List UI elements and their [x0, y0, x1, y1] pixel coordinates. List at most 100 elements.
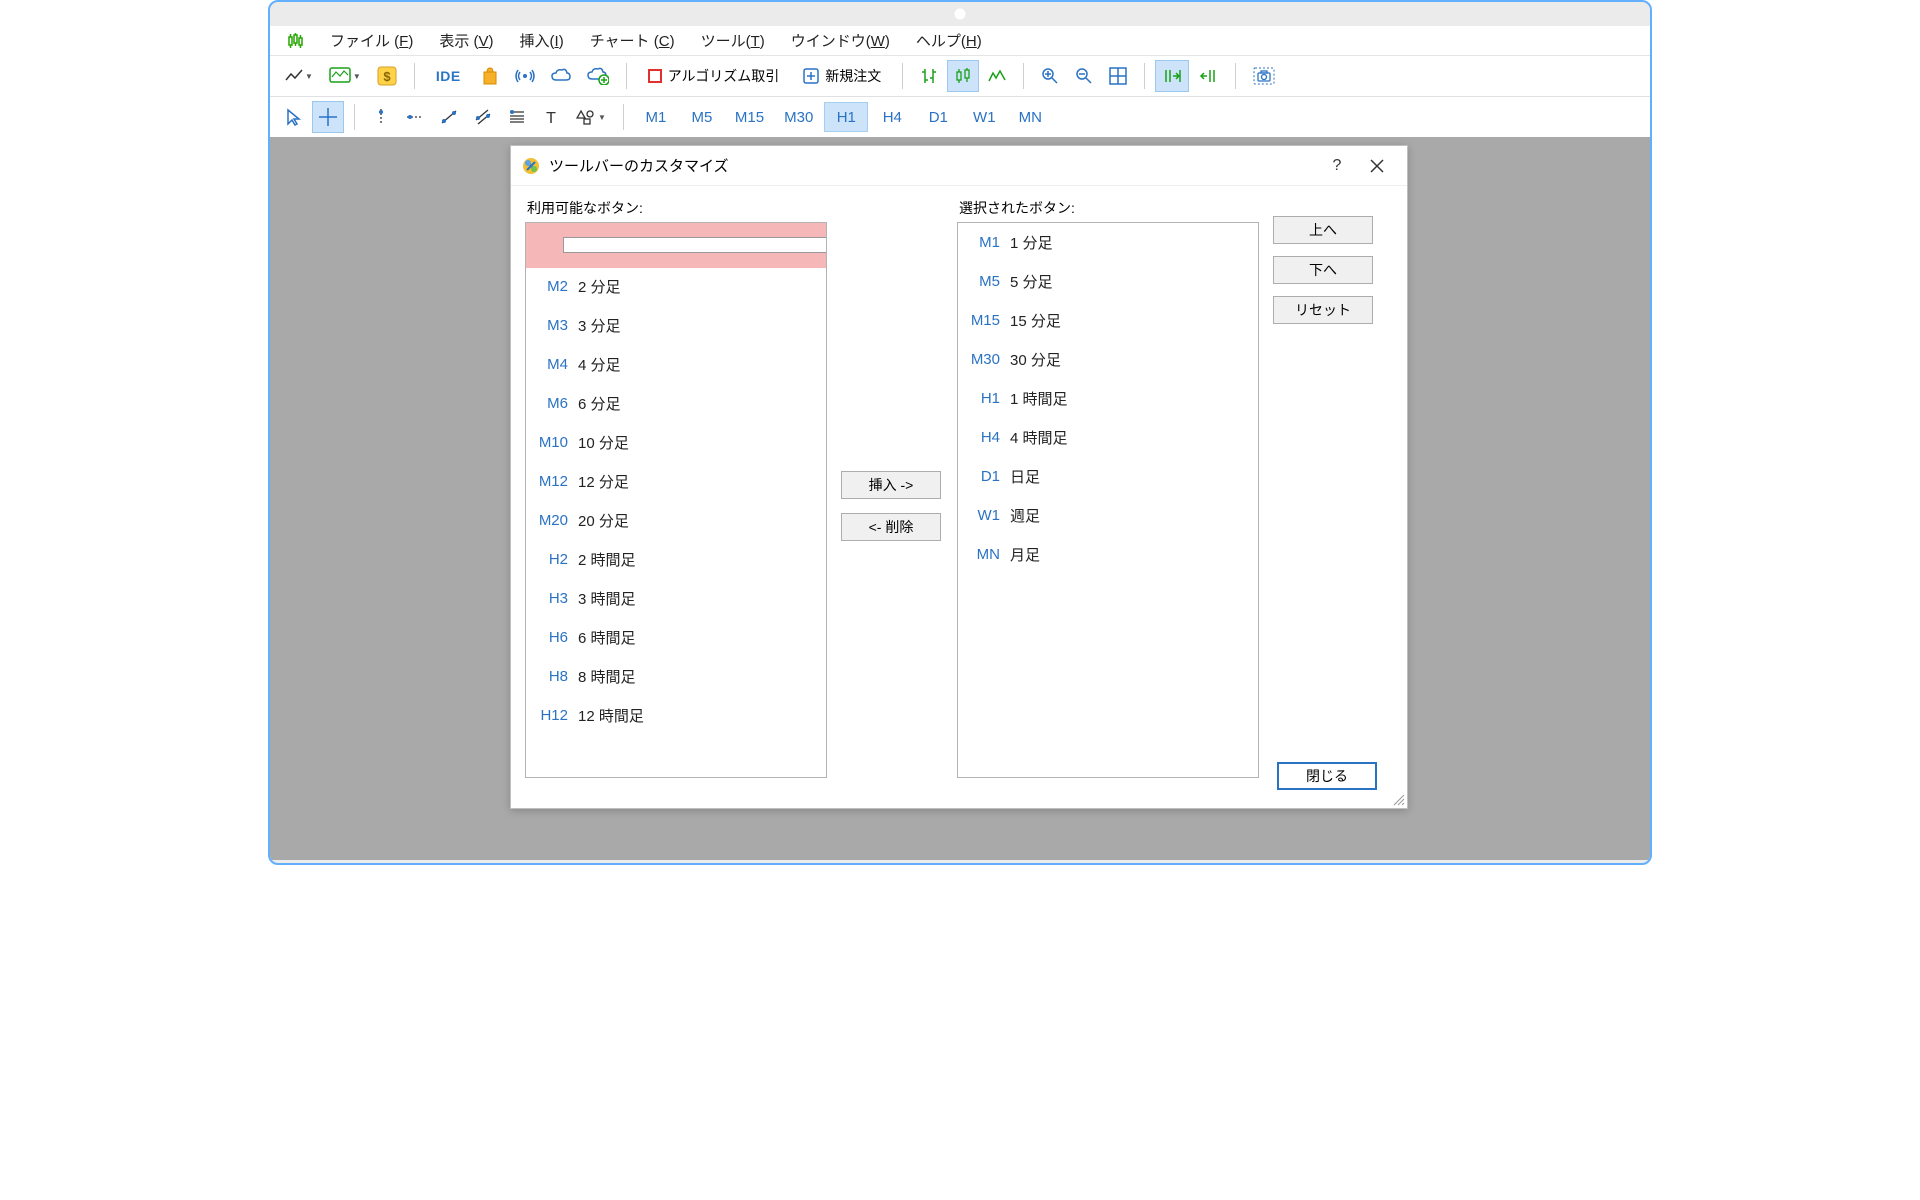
- selected-label: 選択されたボタン:: [959, 198, 1259, 218]
- resize-grip[interactable]: [1391, 792, 1405, 806]
- zoom-out-icon: [1075, 67, 1093, 85]
- text-button[interactable]: T: [535, 101, 567, 133]
- list-item[interactable]: M33 分足: [526, 306, 826, 345]
- available-listbox[interactable]: M22 分足M33 分足M44 分足M66 分足M1010 分足M1212 分足…: [525, 222, 827, 778]
- list-item[interactable]: H44 時間足: [958, 418, 1258, 457]
- shift-right-icon: [1162, 67, 1182, 85]
- list-item[interactable]: M66 分足: [526, 384, 826, 423]
- shift-start-button[interactable]: [1191, 60, 1225, 92]
- algo-trading-button[interactable]: アルゴリズム取引: [637, 60, 791, 92]
- channel-button[interactable]: [467, 101, 499, 133]
- order-plus-icon: [803, 68, 819, 84]
- trendline-button[interactable]: [433, 101, 465, 133]
- list-item[interactable]: H88 時間足: [526, 657, 826, 696]
- dialog-help-button[interactable]: ?: [1317, 148, 1357, 184]
- list-item[interactable]: H22 時間足: [526, 540, 826, 579]
- list-item[interactable]: M22 分足: [526, 267, 826, 306]
- chart-type-button[interactable]: ▼: [278, 60, 320, 92]
- list-item[interactable]: D1日足: [958, 457, 1258, 496]
- item-code: M3: [530, 317, 574, 334]
- item-code: W1: [962, 507, 1006, 524]
- dollar-button[interactable]: $: [370, 60, 404, 92]
- timeframe-h4-button[interactable]: H4: [870, 102, 914, 132]
- timeframe-w1-button[interactable]: W1: [962, 102, 1006, 132]
- signal-button[interactable]: [508, 60, 542, 92]
- horizontal-line-button[interactable]: [399, 101, 431, 133]
- ide-button[interactable]: IDE: [425, 60, 472, 92]
- menu-view[interactable]: 表示 (V): [439, 30, 493, 51]
- list-item[interactable]: M1010 分足: [526, 423, 826, 462]
- candle-chart-button[interactable]: [947, 60, 979, 92]
- add-vps-button[interactable]: [580, 60, 616, 92]
- reset-button[interactable]: リセット: [1273, 296, 1373, 324]
- item-desc: 週足: [1006, 505, 1040, 526]
- line-chart-button[interactable]: [981, 60, 1013, 92]
- menu-tools[interactable]: ツール(T): [701, 30, 765, 51]
- timeframe-d1-button[interactable]: D1: [916, 102, 960, 132]
- bar-chart-icon: [920, 67, 938, 85]
- timeframe-m1-button[interactable]: M1: [634, 102, 678, 132]
- zoom-out-button[interactable]: [1068, 60, 1100, 92]
- fibonacci-button[interactable]: [501, 101, 533, 133]
- market-button[interactable]: [474, 60, 506, 92]
- cursor-icon: [286, 108, 302, 126]
- text-icon: T: [543, 109, 559, 125]
- vps-button[interactable]: [544, 60, 578, 92]
- dialog-title: ツールバーのカスタマイズ: [549, 155, 1317, 176]
- list-item[interactable]: M11 分足: [958, 223, 1258, 262]
- menu-file[interactable]: ファイル (F): [330, 30, 413, 51]
- timeframe-mn-button[interactable]: MN: [1008, 102, 1052, 132]
- list-item[interactable]: M1212 分足: [526, 462, 826, 501]
- objects-button[interactable]: ▼: [569, 101, 613, 133]
- selected-listbox[interactable]: M11 分足M55 分足M1515 分足M3030 分足H11 時間足H44 時…: [957, 222, 1259, 778]
- highlighted-separator-row[interactable]: [525, 222, 827, 268]
- list-item[interactable]: M3030 分足: [958, 340, 1258, 379]
- bar-chart-button[interactable]: [913, 60, 945, 92]
- item-desc: 3 分足: [574, 315, 621, 336]
- list-item[interactable]: H66 時間足: [526, 618, 826, 657]
- broadcast-icon: [515, 67, 535, 85]
- item-code: H4: [962, 429, 1006, 446]
- menu-window[interactable]: ウインドウ(W): [791, 30, 890, 51]
- down-button[interactable]: 下へ: [1273, 256, 1373, 284]
- list-item[interactable]: M44 分足: [526, 345, 826, 384]
- list-item[interactable]: M2020 分足: [526, 501, 826, 540]
- item-desc: 日足: [1006, 466, 1040, 487]
- timeframe-h1-button[interactable]: H1: [824, 102, 868, 132]
- list-item[interactable]: MN月足: [958, 535, 1258, 574]
- insert-button[interactable]: 挿入 ->: [841, 471, 941, 499]
- menu-help[interactable]: ヘルプ(H): [916, 30, 982, 51]
- shift-end-button[interactable]: [1155, 60, 1189, 92]
- app-logo-icon: [288, 32, 304, 50]
- timeframe-m15-button[interactable]: M15: [726, 102, 773, 132]
- list-item[interactable]: H1212 時間足: [526, 696, 826, 735]
- list-item[interactable]: H11 時間足: [958, 379, 1258, 418]
- new-order-label: 新規注文: [825, 66, 881, 86]
- zoom-in-button[interactable]: [1034, 60, 1066, 92]
- cloud-icon: [551, 68, 571, 84]
- vertical-line-button[interactable]: [365, 101, 397, 133]
- timeframe-m5-button[interactable]: M5: [680, 102, 724, 132]
- menu-chart[interactable]: チャート (C): [590, 30, 675, 51]
- list-item[interactable]: W1週足: [958, 496, 1258, 535]
- item-code: H3: [530, 590, 574, 607]
- menubar: ファイル (F) 表示 (V) 挿入(I) チャート (C) ツール(T) ウイ…: [270, 26, 1650, 56]
- timeframe-m30-button[interactable]: M30: [775, 102, 822, 132]
- channel-icon: [474, 108, 492, 126]
- remove-button[interactable]: <- 削除: [841, 513, 941, 541]
- menu-insert[interactable]: 挿入(I): [520, 30, 564, 51]
- cursor-button[interactable]: [278, 101, 310, 133]
- dialog-close-button[interactable]: [1357, 148, 1397, 184]
- new-order-button[interactable]: 新規注文: [792, 60, 892, 92]
- close-button[interactable]: 閉じる: [1277, 762, 1377, 790]
- screenshot-button[interactable]: [1246, 60, 1282, 92]
- indicator-button[interactable]: ▼: [322, 60, 368, 92]
- fibo-icon: [508, 109, 526, 125]
- list-item[interactable]: M1515 分足: [958, 301, 1258, 340]
- list-item[interactable]: M55 分足: [958, 262, 1258, 301]
- list-item[interactable]: H33 時間足: [526, 579, 826, 618]
- crosshair-button[interactable]: [312, 101, 344, 133]
- item-code: M5: [962, 273, 1006, 290]
- tile-button[interactable]: [1102, 60, 1134, 92]
- up-button[interactable]: 上へ: [1273, 216, 1373, 244]
